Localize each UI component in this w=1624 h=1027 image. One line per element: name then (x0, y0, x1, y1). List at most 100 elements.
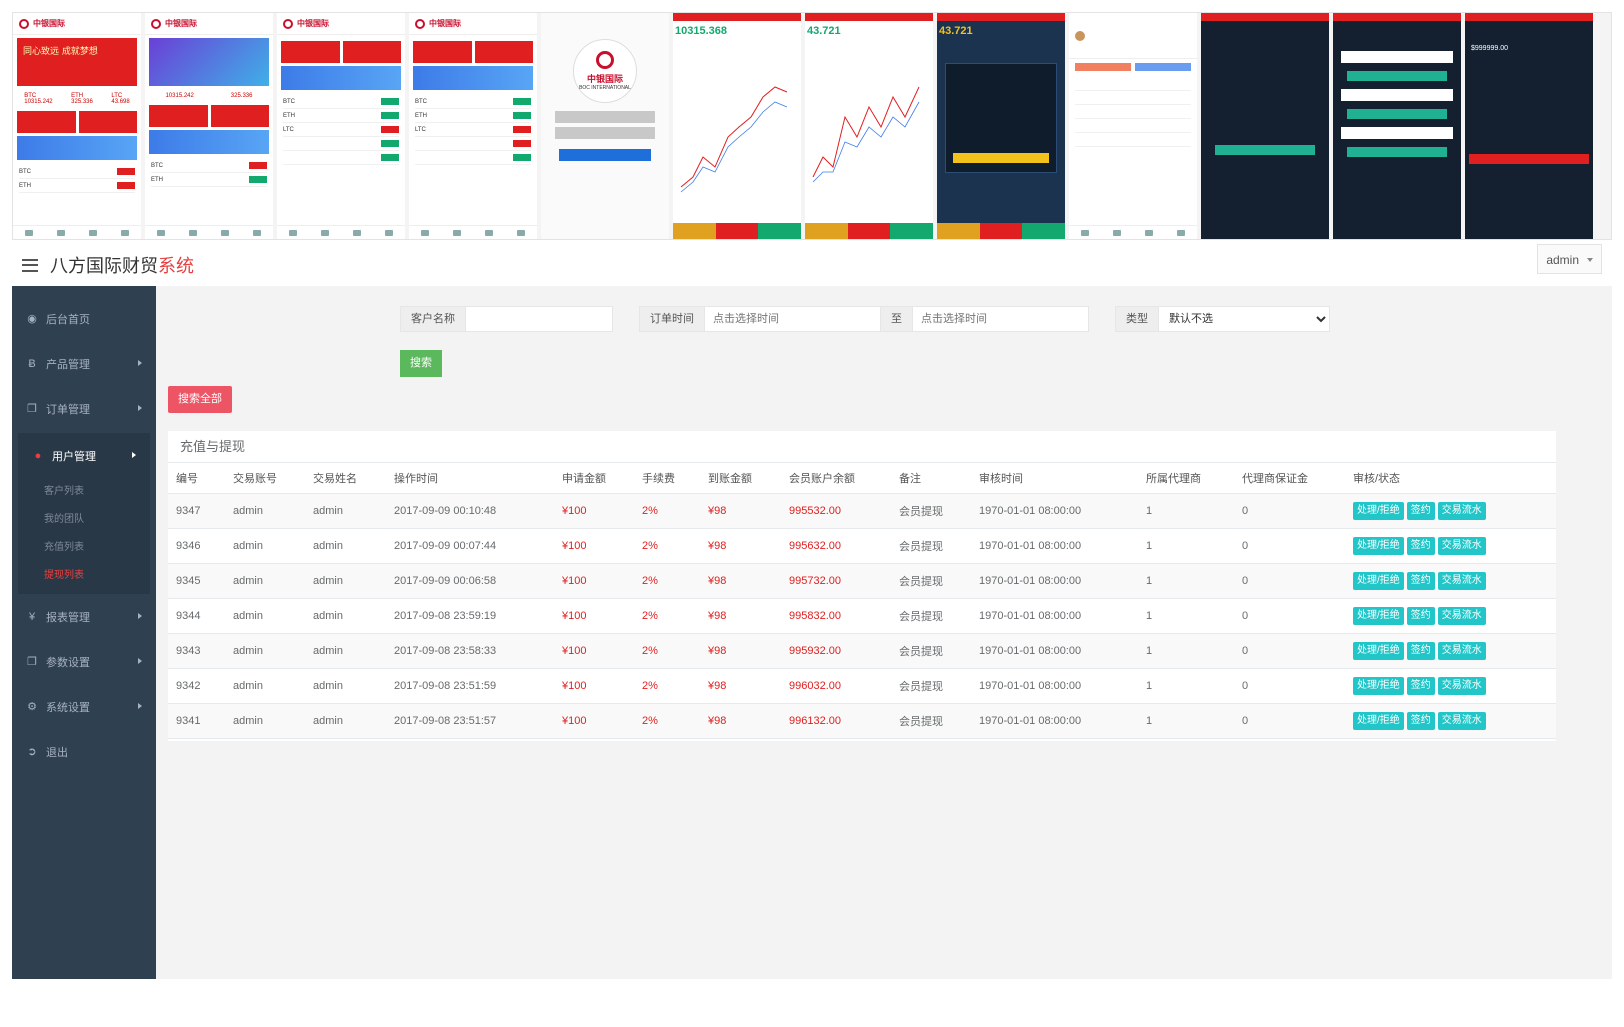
sidebar-item-reports[interactable]: ¥ 报表管理 (12, 594, 156, 639)
search-button[interactable]: 搜索 (400, 350, 442, 377)
sidebar-submenu-users: 客户列表 我的团队 充值列表 提现列表 (18, 478, 150, 594)
table-row: 9346 admin admin 2017-09-09 00:07:44 ¥10… (168, 528, 1556, 564)
sidebar-subitem-team[interactable]: 我的团队 (18, 506, 150, 534)
process-reject-button[interactable]: 处理/拒绝 (1353, 641, 1404, 660)
cell-note: 会员提现 (891, 633, 971, 669)
candlestick-chart-icon (812, 86, 920, 183)
cell-balance: 995832.00 (781, 598, 891, 634)
cell-agent: 1 (1138, 563, 1234, 599)
sidebar-item-logout[interactable]: ➲ 退出 (12, 729, 156, 774)
chevron-right-icon (138, 658, 142, 664)
sidebar-subitem-deposits[interactable]: 充值列表 (18, 534, 150, 562)
sign-button[interactable]: 签约 (1406, 606, 1435, 625)
thumb-logo-text: 中银国际 (33, 18, 65, 28)
cell-actions: 处理/拒绝 签约 交易流水 (1345, 598, 1556, 634)
type-select[interactable]: 默认不选 (1159, 307, 1329, 331)
thumbnail-dark-2 (1333, 13, 1461, 239)
sign-button[interactable]: 签约 (1406, 711, 1435, 730)
cell-received: ¥98 (700, 493, 781, 529)
menu-toggle-icon[interactable] (22, 258, 38, 272)
thumbnail-dark-3: $999999.00 (1465, 13, 1593, 239)
table-row: 9342 admin admin 2017-09-08 23:51:59 ¥10… (168, 668, 1556, 704)
sign-button[interactable]: 签约 (1406, 641, 1435, 660)
transaction-log-button[interactable]: 交易流水 (1437, 536, 1486, 555)
sidebar-item-products[interactable]: Ƀ 产品管理 (12, 341, 156, 386)
cell-op-time: 2017-09-08 23:59:19 (386, 598, 554, 634)
boc-logo: 中银国际 BOC INTERNATIONAL (573, 39, 637, 103)
col-fee: 手续费 (634, 463, 700, 494)
cell-id: 9343 (168, 633, 225, 669)
process-reject-button[interactable]: 处理/拒绝 (1353, 606, 1404, 625)
preview-strip: 中银国际 同心致远 成就梦想 BTC 10315.242 ETH 325.336 L… (12, 12, 1612, 240)
process-reject-button[interactable]: 处理/拒绝 (1353, 501, 1404, 520)
transaction-log-button[interactable]: 交易流水 (1437, 641, 1486, 660)
cell-account: admin (225, 598, 305, 634)
sidebar-item-users[interactable]: ● 用户管理 (18, 433, 150, 478)
transaction-log-button[interactable]: 交易流水 (1437, 711, 1486, 730)
sign-button[interactable]: 签约 (1406, 501, 1435, 520)
cell-amount: ¥100 (554, 703, 634, 739)
cell-amount: ¥100 (554, 528, 634, 564)
col-audit-time: 审核时间 (971, 463, 1138, 494)
table-row: 9345 admin admin 2017-09-09 00:06:58 ¥10… (168, 563, 1556, 599)
thumbnail-chart-ltc: 43.721 (805, 13, 933, 239)
thumbnail-home-1: 中银国际 同心致远 成就梦想 BTC 10315.242 ETH 325.336 L… (13, 13, 141, 239)
cell-op-time: 2017-09-09 00:06:58 (386, 563, 554, 599)
thumbnail-profile (1069, 13, 1197, 239)
user-name: admin (1546, 253, 1579, 267)
search-all-button[interactable]: 搜索全部 (168, 386, 232, 413)
sidebar-item-orders[interactable]: ❐ 订单管理 (12, 386, 156, 431)
end-time-input[interactable] (913, 307, 1088, 331)
cell-received: ¥98 (700, 563, 781, 599)
start-time-input[interactable] (705, 307, 880, 331)
cell-balance: 996032.00 (781, 668, 891, 704)
cell-op-time: 2017-09-08 23:51:59 (386, 668, 554, 704)
process-reject-button[interactable]: 处理/拒绝 (1353, 536, 1404, 555)
sign-button[interactable]: 签约 (1406, 571, 1435, 590)
col-note: 备注 (891, 463, 971, 494)
thumbnail-home-2: 中银国际 10315.242 325.336 BTC ETH (145, 13, 273, 239)
thumb-row-name: LTC (415, 126, 426, 133)
sidebar-item-label: 用户管理 (52, 450, 96, 463)
cell-amount: ¥100 (554, 493, 634, 529)
sign-button[interactable]: 签约 (1406, 676, 1435, 695)
process-reject-button[interactable]: 处理/拒绝 (1353, 571, 1404, 590)
process-reject-button[interactable]: 处理/拒绝 (1353, 711, 1404, 730)
cell-note: 会员提现 (891, 703, 971, 739)
cell-fee: 2% (634, 703, 700, 739)
boc-logo-icon (151, 18, 161, 29)
sidebar-item-label: 退出 (46, 746, 68, 759)
cell-audit-time: 1970-01-01 08:00:00 (971, 633, 1138, 669)
process-reject-button[interactable]: 处理/拒绝 (1353, 676, 1404, 695)
table-row: 9343 admin admin 2017-09-08 23:58:33 ¥10… (168, 633, 1556, 669)
cell-name: admin (305, 668, 386, 704)
table-row: 9347 admin admin 2017-09-09 00:10:48 ¥10… (168, 493, 1556, 529)
user-menu-button[interactable]: admin (1537, 244, 1602, 274)
thumb-row-name: ETH (151, 176, 163, 183)
transaction-log-button[interactable]: 交易流水 (1437, 606, 1486, 625)
cell-id: 9342 (168, 668, 225, 704)
cell-actions: 处理/拒绝 签约 交易流水 (1345, 633, 1556, 669)
cell-name: admin (305, 563, 386, 599)
thumb-logo-text: 中银国际 (429, 18, 461, 28)
customer-name-input[interactable] (466, 307, 612, 331)
cell-deposit: 0 (1234, 633, 1345, 669)
transaction-log-button[interactable]: 交易流水 (1437, 571, 1486, 590)
kpi-value: 43.698 (111, 99, 130, 105)
sidebar-item-label: 后台首页 (46, 313, 90, 326)
transaction-log-button[interactable]: 交易流水 (1437, 676, 1486, 695)
sidebar-item-params[interactable]: ❐ 参数设置 (12, 639, 156, 684)
thumbnail-dark-1 (1201, 13, 1329, 239)
cell-received: ¥98 (700, 668, 781, 704)
sidebar: ◉ 后台首页 Ƀ 产品管理 ❐ 订单管理 ● 用户管理 客户列表 我的团队 充值… (12, 286, 156, 979)
sign-button[interactable]: 签约 (1406, 536, 1435, 555)
login-logo-text: 中银国际 (586, 75, 623, 85)
chevron-right-icon (138, 405, 142, 411)
thumb-row-name: BTC (151, 162, 163, 169)
thumbnail-login: 中银国际 BOC INTERNATIONAL (541, 13, 669, 239)
transaction-log-button[interactable]: 交易流水 (1437, 501, 1486, 520)
sidebar-item-system[interactable]: ⚙ 系统设置 (12, 684, 156, 729)
sidebar-item-dashboard[interactable]: ◉ 后台首页 (12, 296, 156, 341)
sidebar-subitem-withdrawals[interactable]: 提现列表 (18, 562, 150, 590)
sidebar-subitem-customers[interactable]: 客户列表 (18, 478, 150, 506)
